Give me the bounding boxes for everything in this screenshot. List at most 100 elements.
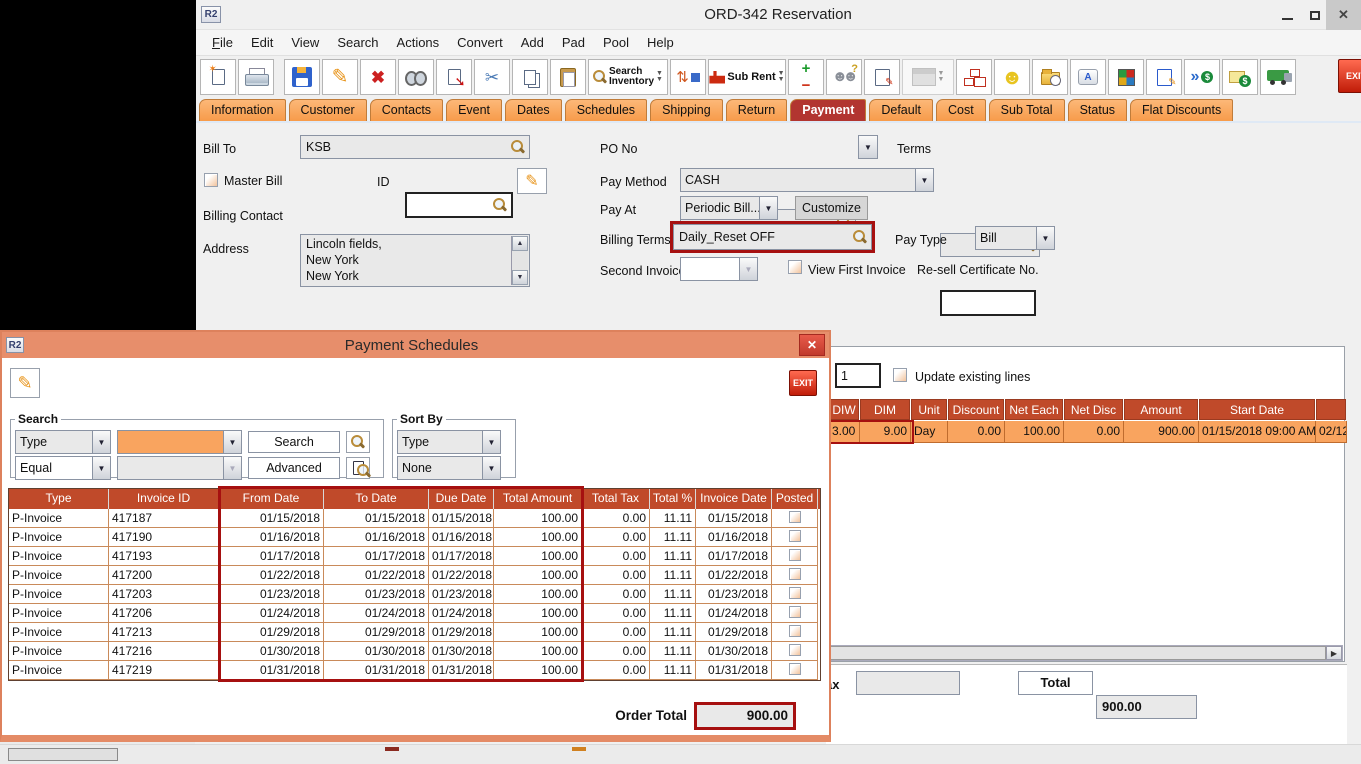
column-header[interactable] <box>1316 399 1346 420</box>
menu-pad[interactable]: Pad <box>553 30 594 55</box>
po-no-dropdown[interactable]: ▼ <box>858 135 878 159</box>
edit-button[interactable]: ✎ <box>322 59 358 95</box>
tab-event[interactable]: Event <box>446 99 502 121</box>
cut-button[interactable]: ✂ <box>474 59 510 95</box>
toolbar-exit-button[interactable]: EXIT <box>1338 59 1361 93</box>
column-header[interactable]: Total % <box>650 489 696 509</box>
payment-schedule-row[interactable]: P-Invoice41719301/17/201801/17/201801/17… <box>9 547 820 566</box>
tab-dates[interactable]: Dates <box>505 99 562 121</box>
calendar-button[interactable]: ▼▼ <box>902 59 954 95</box>
menu-pool[interactable]: Pool <box>594 30 638 55</box>
column-header[interactable]: Total Tax <box>582 489 650 509</box>
column-header[interactable]: Type <box>9 489 109 509</box>
posted-checkbox[interactable] <box>789 530 801 542</box>
delivery-truck-button[interactable] <box>1260 59 1296 95</box>
edit-document-button[interactable]: ✎ <box>1146 59 1182 95</box>
column-header[interactable]: Discount <box>948 399 1004 420</box>
address-box[interactable]: Lincoln fields, New York New York ▲▼ <box>300 234 530 287</box>
master-bill-checkbox[interactable] <box>204 173 218 187</box>
id-field[interactable] <box>405 192 513 218</box>
search-icon-button[interactable] <box>346 431 370 453</box>
posted-checkbox[interactable] <box>789 587 801 599</box>
pay-method-dropdown[interactable]: CASH▼ <box>680 168 934 192</box>
column-header[interactable]: Net Each <box>1005 399 1063 420</box>
menu-edit[interactable]: Edit <box>242 30 282 55</box>
bill-to-field[interactable]: KSB <box>300 135 530 159</box>
save-button[interactable] <box>284 59 320 95</box>
search-operator-value[interactable]: ▼ <box>117 456 242 480</box>
bottom-scroll-thumb[interactable] <box>8 748 118 761</box>
posted-checkbox[interactable] <box>789 549 801 561</box>
tab-default[interactable]: Default <box>869 99 933 121</box>
column-header[interactable]: From Date <box>219 489 324 509</box>
payment-schedule-row[interactable]: P-Invoice41721901/31/201801/31/201801/31… <box>9 661 820 680</box>
address-scrollbar[interactable]: ▲▼ <box>511 236 528 285</box>
delete-button[interactable]: ✖ <box>360 59 396 95</box>
id-edit-button[interactable]: ✎ <box>517 168 547 194</box>
lookup-icon[interactable] <box>511 140 525 154</box>
column-header[interactable]: Due Date <box>429 489 494 509</box>
lines-hscrollbar[interactable]: ▶ <box>828 645 1343 661</box>
copy-button[interactable] <box>512 59 548 95</box>
pay-method-extra-field[interactable] <box>940 290 1036 316</box>
column-header[interactable]: Posted <box>772 489 818 509</box>
posted-checkbox[interactable] <box>789 511 801 523</box>
print-button[interactable] <box>238 59 274 95</box>
tab-contacts[interactable]: Contacts <box>370 99 443 121</box>
sort-items-button[interactable]: ⇅ <box>670 59 706 95</box>
posted-checkbox[interactable] <box>789 625 801 637</box>
column-header[interactable]: Net Disc <box>1064 399 1123 420</box>
column-header[interactable]: Total Amount <box>494 489 582 509</box>
dialog-exit-button[interactable]: EXIT <box>789 370 817 396</box>
maximize-button[interactable] <box>1301 0 1329 30</box>
sort-primary-selector[interactable]: Type▼ <box>397 430 501 454</box>
scroll-up-icon[interactable]: ▲ <box>512 236 528 251</box>
posted-checkbox[interactable] <box>789 568 801 580</box>
search-value-combo[interactable]: ▼ <box>117 430 242 454</box>
tab-payment[interactable]: Payment <box>790 99 866 121</box>
tab-customer[interactable]: Customer <box>289 99 367 121</box>
payment-schedule-row[interactable]: P-Invoice41721301/29/201801/29/201801/29… <box>9 623 820 642</box>
shortcut-key-button[interactable]: A <box>1070 59 1106 95</box>
org-chart-button[interactable] <box>956 59 992 95</box>
payment-forward-button[interactable]: »$ <box>1184 59 1220 95</box>
menu-actions[interactable]: Actions <box>388 30 449 55</box>
add-remove-lines-button[interactable]: +− <box>788 59 824 95</box>
find-button[interactable] <box>398 59 434 95</box>
advanced-search-icon-button[interactable] <box>346 457 370 479</box>
dialog-edit-button[interactable]: ✎ <box>10 368 40 398</box>
column-header[interactable]: DIM <box>860 399 910 420</box>
menu-view[interactable]: View <box>282 30 328 55</box>
posted-checkbox[interactable] <box>789 644 801 656</box>
payment-schedule-row[interactable]: P-Invoice41719001/16/201801/16/201801/16… <box>9 528 820 547</box>
second-invoice-date-field[interactable]: ▼ <box>680 257 758 281</box>
tab-schedules[interactable]: Schedules <box>565 99 647 121</box>
hscroll-right-arrow[interactable]: ▶ <box>1326 646 1342 660</box>
tab-status[interactable]: Status <box>1068 99 1127 121</box>
view-first-invoice-checkbox[interactable] <box>788 260 802 274</box>
line-count-field[interactable]: 1 <box>835 363 881 388</box>
copy-schedule-button[interactable]: ➘ <box>436 59 472 95</box>
dialog-close-button[interactable]: ✕ <box>799 334 825 356</box>
tax-field[interactable] <box>856 671 960 695</box>
history-folder-button[interactable] <box>1032 59 1068 95</box>
posted-checkbox[interactable] <box>789 606 801 618</box>
payment-schedule-row[interactable]: P-Invoice41720601/24/201801/24/201801/24… <box>9 604 820 623</box>
minimize-button[interactable] <box>1273 0 1301 30</box>
payment-schedule-row[interactable]: P-Invoice41720301/23/201801/23/201801/23… <box>9 585 820 604</box>
search-operator-selector[interactable]: Equal▼ <box>15 456 111 480</box>
menu-convert[interactable]: Convert <box>448 30 512 55</box>
search-button[interactable]: Search <box>248 431 340 453</box>
column-header[interactable]: Invoice Date <box>696 489 772 509</box>
lookup-icon[interactable] <box>853 230 867 244</box>
advanced-button[interactable]: Advanced <box>248 457 340 479</box>
column-header[interactable]: To Date <box>324 489 429 509</box>
tab-information[interactable]: Information <box>199 99 286 121</box>
payment-schedule-row[interactable]: P-Invoice41718701/15/201801/15/201801/15… <box>9 509 820 528</box>
menu-help[interactable]: Help <box>638 30 683 55</box>
payment-schedule-row[interactable]: P-Invoice41721601/30/201801/30/201801/30… <box>9 642 820 661</box>
column-header[interactable]: Invoice ID <box>109 489 219 509</box>
column-header[interactable]: Unit <box>911 399 947 420</box>
tab-shipping[interactable]: Shipping <box>650 99 723 121</box>
lookup-icon[interactable] <box>493 198 507 212</box>
